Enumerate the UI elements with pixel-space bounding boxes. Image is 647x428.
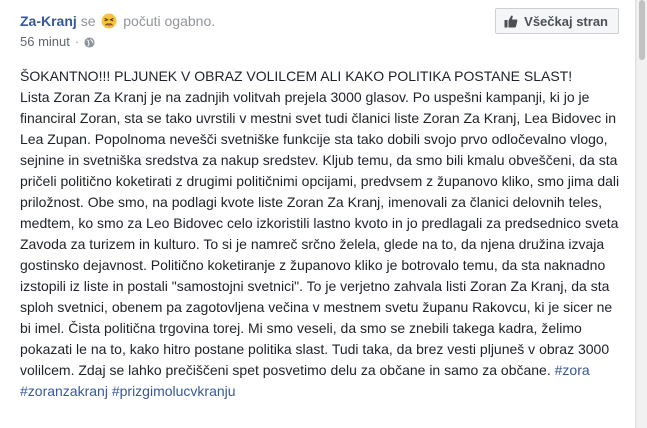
post-body-text: Lista Zoran Za Kranj je na zadnjih volit…	[20, 89, 620, 378]
post-body: ŠOKANTNO!!! PLJUNEK V OBRAZ VOLILCEM ALI…	[20, 66, 622, 402]
hashtag-link[interactable]: #prizgimolucvkranju	[112, 383, 236, 399]
scrollbar[interactable]	[637, 0, 647, 428]
post-meta: 56 minut ·	[20, 33, 615, 51]
feeling-text: počuti ogabno.	[123, 13, 216, 29]
scrollbar-thumb[interactable]	[639, 0, 645, 60]
post-paragraph: Lista Zoran Za Kranj je na zadnjih volit…	[20, 87, 622, 402]
post-card: Za-Kranj se počuti ogabno. 56 minut · Vš…	[0, 0, 636, 428]
like-page-label: Všečkaj stran	[524, 13, 608, 29]
post-headline: ŠOKANTNO!!! PLJUNEK V OBRAZ VOLILCEM ALI…	[20, 68, 573, 84]
confounded-face-icon	[101, 13, 117, 29]
meta-separator: ·	[74, 34, 80, 49]
like-page-button[interactable]: Všečkaj stran	[495, 8, 619, 34]
page-name-link[interactable]: Za-Kranj	[20, 13, 77, 29]
post-timestamp[interactable]: 56 minut	[20, 33, 70, 51]
globe-icon[interactable]	[84, 36, 95, 48]
feeling-prefix: se	[80, 13, 96, 29]
thumbs-up-icon	[504, 15, 518, 28]
hashtag-link[interactable]: #zoranzakranj	[20, 383, 108, 399]
hashtag-link[interactable]: #zora	[555, 362, 590, 378]
